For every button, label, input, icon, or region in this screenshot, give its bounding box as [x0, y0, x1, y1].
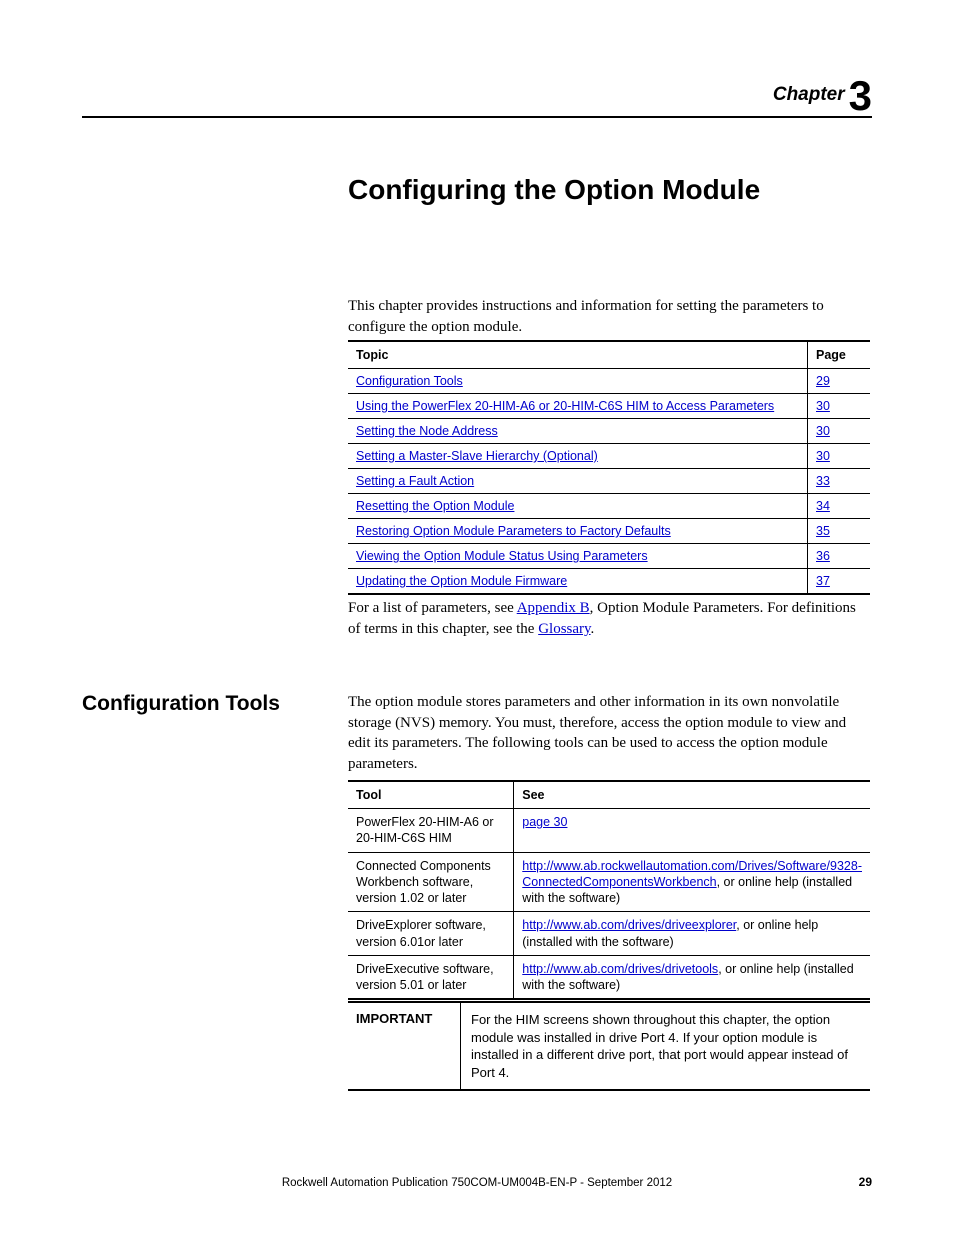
toc-page-link[interactable]: 30	[816, 399, 830, 413]
toc-row: Using the PowerFlex 20-HIM-A6 or 20-HIM-…	[348, 394, 870, 419]
chapter-header: Chapter3	[773, 72, 872, 120]
intro-paragraph: This chapter provides instructions and i…	[348, 296, 866, 337]
tool-row: DriveExecutive software, version 5.01 or…	[348, 955, 870, 999]
toc-topic-link[interactable]: Restoring Option Module Parameters to Fa…	[356, 524, 671, 538]
toc-header-topic: Topic	[348, 341, 808, 369]
tool-row: PowerFlex 20-HIM-A6 or 20-HIM-C6S HIM pa…	[348, 809, 870, 853]
toc-page-link[interactable]: 30	[816, 424, 830, 438]
toc-page-link[interactable]: 33	[816, 474, 830, 488]
tool-cell: PowerFlex 20-HIM-A6 or 20-HIM-C6S HIM	[348, 809, 514, 853]
appendix-link[interactable]: Appendix B	[517, 600, 590, 616]
toc-topic-link[interactable]: Updating the Option Module Firmware	[356, 574, 567, 588]
see-cell: http://www.ab.com/drives/drivetools, or …	[514, 955, 870, 999]
toc-topic-link[interactable]: Resetting the Option Module	[356, 499, 514, 513]
toc-row: Setting a Master-Slave Hierarchy (Option…	[348, 444, 870, 469]
toc-page-link[interactable]: 30	[816, 449, 830, 463]
header-rule	[82, 116, 872, 118]
see-link[interactable]: page 30	[522, 815, 567, 829]
see-link[interactable]: http://www.ab.com/drives/drivetools	[522, 962, 718, 976]
toc-topic-link[interactable]: Viewing the Option Module Status Using P…	[356, 549, 648, 563]
tool-table: Tool See PowerFlex 20-HIM-A6 or 20-HIM-C…	[348, 780, 870, 1000]
toc-row: Viewing the Option Module Status Using P…	[348, 544, 870, 569]
toc-page-link[interactable]: 37	[816, 574, 830, 588]
tool-cell: Connected Components Workbench software,…	[348, 852, 514, 912]
toc-page-link[interactable]: 29	[816, 374, 830, 388]
section-heading: Configuration Tools	[82, 692, 280, 716]
tool-cell: DriveExecutive software, version 5.01 or…	[348, 955, 514, 999]
after-table-prefix: For a list of parameters, see	[348, 600, 517, 616]
toc-table: Topic Page Configuration Tools 29 Using t…	[348, 340, 870, 595]
toc-topic-link[interactable]: Using the PowerFlex 20-HIM-A6 or 20-HIM-…	[356, 399, 774, 413]
important-text: For the HIM screens shown throughout thi…	[461, 1003, 870, 1089]
footer-publication: Rockwell Automation Publication 750COM-U…	[282, 1177, 672, 1189]
page: Chapter3 Configuring the Option Module T…	[0, 0, 954, 1235]
toc-row: Updating the Option Module Firmware 37	[348, 569, 870, 595]
toc-row: Restoring Option Module Parameters to Fa…	[348, 519, 870, 544]
important-box: IMPORTANT For the HIM screens shown thro…	[348, 1001, 870, 1091]
toc-topic-link[interactable]: Setting a Fault Action	[356, 474, 474, 488]
toc-row: Configuration Tools 29	[348, 369, 870, 394]
see-cell: page 30	[514, 809, 870, 853]
toc-body: Configuration Tools 29 Using the PowerFle…	[348, 369, 870, 595]
toc-topic-link[interactable]: Setting a Master-Slave Hierarchy (Option…	[356, 449, 598, 463]
footer: Rockwell Automation Publication 750COM-U…	[0, 1177, 954, 1189]
toc-topic-link[interactable]: Configuration Tools	[356, 374, 463, 388]
see-cell: http://www.ab.rockwellautomation.com/Dri…	[514, 852, 870, 912]
toc-topic-link[interactable]: Setting the Node Address	[356, 424, 498, 438]
chapter-word: Chapter	[773, 84, 845, 105]
tool-row: DriveExplorer software, version 6.01or l…	[348, 912, 870, 956]
toc-header-page: Page	[808, 341, 871, 369]
toc-row: Resetting the Option Module 34	[348, 494, 870, 519]
toc-page-link[interactable]: 36	[816, 549, 830, 563]
toc-page-link[interactable]: 35	[816, 524, 830, 538]
tool-header-tool: Tool	[348, 781, 514, 809]
see-link[interactable]: http://www.ab.com/drives/driveexplorer	[522, 918, 736, 932]
section-body: The option module stores parameters and …	[348, 692, 866, 775]
after-table-paragraph: For a list of parameters, see Appendix B…	[348, 598, 866, 640]
important-label: IMPORTANT	[348, 1003, 461, 1089]
toc-row: Setting the Node Address 30	[348, 419, 870, 444]
toc-page-link[interactable]: 34	[816, 499, 830, 513]
chapter-number: 3	[849, 72, 872, 119]
tool-header-see: See	[514, 781, 870, 809]
after-table-suffix: .	[591, 621, 595, 637]
see-cell: http://www.ab.com/drives/driveexplorer, …	[514, 912, 870, 956]
footer-page-number: 29	[859, 1175, 872, 1189]
tool-row: Connected Components Workbench software,…	[348, 852, 870, 912]
tool-cell: DriveExplorer software, version 6.01or l…	[348, 912, 514, 956]
glossary-link[interactable]: Glossary	[538, 621, 590, 637]
page-title: Configuring the Option Module	[348, 174, 760, 206]
toc-row: Setting a Fault Action 33	[348, 469, 870, 494]
